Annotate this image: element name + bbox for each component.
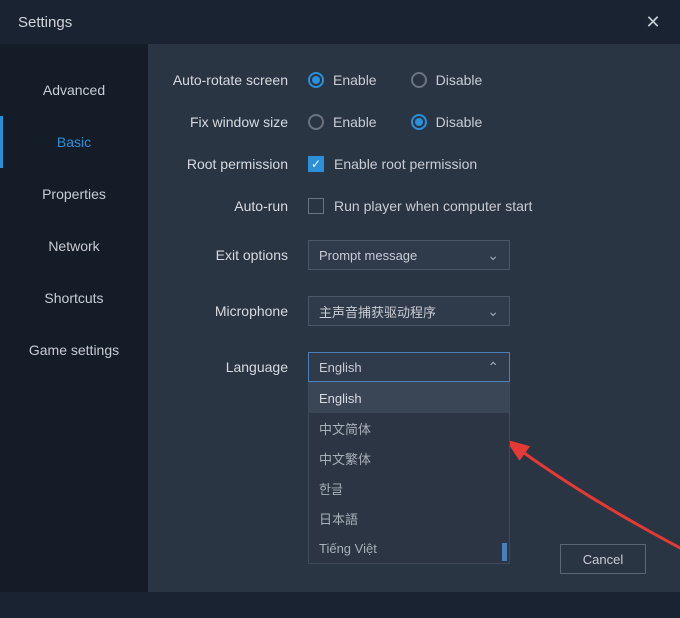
select-language[interactable]: English ⌃ <box>308 352 510 382</box>
checkbox-root[interactable]: ✓ Enable root permission <box>308 156 477 172</box>
row-auto-rotate: Auto-rotate screen Enable Disable <box>158 72 646 88</box>
tab-shortcuts[interactable]: Shortcuts <box>0 272 148 324</box>
tab-advanced[interactable]: Advanced <box>0 64 148 116</box>
main-area: Advanced Basic Properties Network Shortc… <box>0 44 680 592</box>
label-microphone: Microphone <box>158 303 308 319</box>
label-root: Root permission <box>158 156 308 172</box>
lang-option-zh-simplified[interactable]: 中文简体 <box>309 413 509 443</box>
label-auto-rotate: Auto-rotate screen <box>158 72 308 88</box>
check-icon: ✓ <box>308 156 324 172</box>
radio-fix-window-disable[interactable]: Disable <box>411 114 483 130</box>
content-panel: Auto-rotate screen Enable Disable Fix wi… <box>148 44 680 592</box>
radio-icon <box>308 72 324 88</box>
select-exit-options[interactable]: Prompt message ⌄ <box>308 240 510 270</box>
select-microphone[interactable]: 主声音捕获驱动程序 ⌄ <box>308 296 510 326</box>
radio-fix-window-enable[interactable]: Enable <box>308 114 377 130</box>
row-exit: Exit options Prompt message ⌄ <box>158 240 646 270</box>
lang-option-japanese[interactable]: 日本語 <box>309 503 509 533</box>
row-language: Language English ⌃ English 中文简体 中文繁体 한글 … <box>158 352 646 382</box>
radio-auto-rotate-disable[interactable]: Disable <box>411 72 483 88</box>
radio-icon <box>411 114 427 130</box>
label-autorun: Auto-run <box>158 198 308 214</box>
radio-icon <box>411 72 427 88</box>
chevron-up-icon: ⌃ <box>487 359 499 376</box>
tab-properties[interactable]: Properties <box>0 168 148 220</box>
label-exit: Exit options <box>158 247 308 263</box>
scrollbar[interactable] <box>502 543 507 561</box>
sidebar: Advanced Basic Properties Network Shortc… <box>0 44 148 592</box>
annotation-arrow <box>508 438 680 618</box>
row-fix-window: Fix window size Enable Disable <box>158 114 646 130</box>
lang-option-vietnamese[interactable]: Tiếng Việt <box>309 533 509 563</box>
language-dropdown: English 中文简体 中文繁体 한글 日本語 Tiếng Việt <box>308 382 510 564</box>
close-icon[interactable]: ✕ <box>644 13 662 31</box>
window-title: Settings <box>18 14 72 31</box>
tab-game-settings[interactable]: Game settings <box>0 324 148 376</box>
chevron-down-icon: ⌄ <box>487 303 499 320</box>
checkbox-autorun[interactable]: Run player when computer start <box>308 198 532 214</box>
tab-network[interactable]: Network <box>0 220 148 272</box>
radio-icon <box>308 114 324 130</box>
label-language: Language <box>158 359 308 375</box>
row-root: Root permission ✓ Enable root permission <box>158 156 646 172</box>
titlebar: Settings ✕ <box>0 0 680 44</box>
label-fix-window: Fix window size <box>158 114 308 130</box>
cancel-button[interactable]: Cancel <box>560 544 646 574</box>
check-icon <box>308 198 324 214</box>
row-autorun: Auto-run Run player when computer start <box>158 198 646 214</box>
lang-option-zh-traditional[interactable]: 中文繁体 <box>309 443 509 473</box>
lang-option-english[interactable]: English <box>309 383 509 413</box>
footer: Cancel <box>560 544 646 574</box>
chevron-down-icon: ⌄ <box>487 247 499 264</box>
tab-basic[interactable]: Basic <box>0 116 148 168</box>
lang-option-korean[interactable]: 한글 <box>309 473 509 503</box>
radio-auto-rotate-enable[interactable]: Enable <box>308 72 377 88</box>
row-microphone: Microphone 主声音捕获驱动程序 ⌄ <box>158 296 646 326</box>
